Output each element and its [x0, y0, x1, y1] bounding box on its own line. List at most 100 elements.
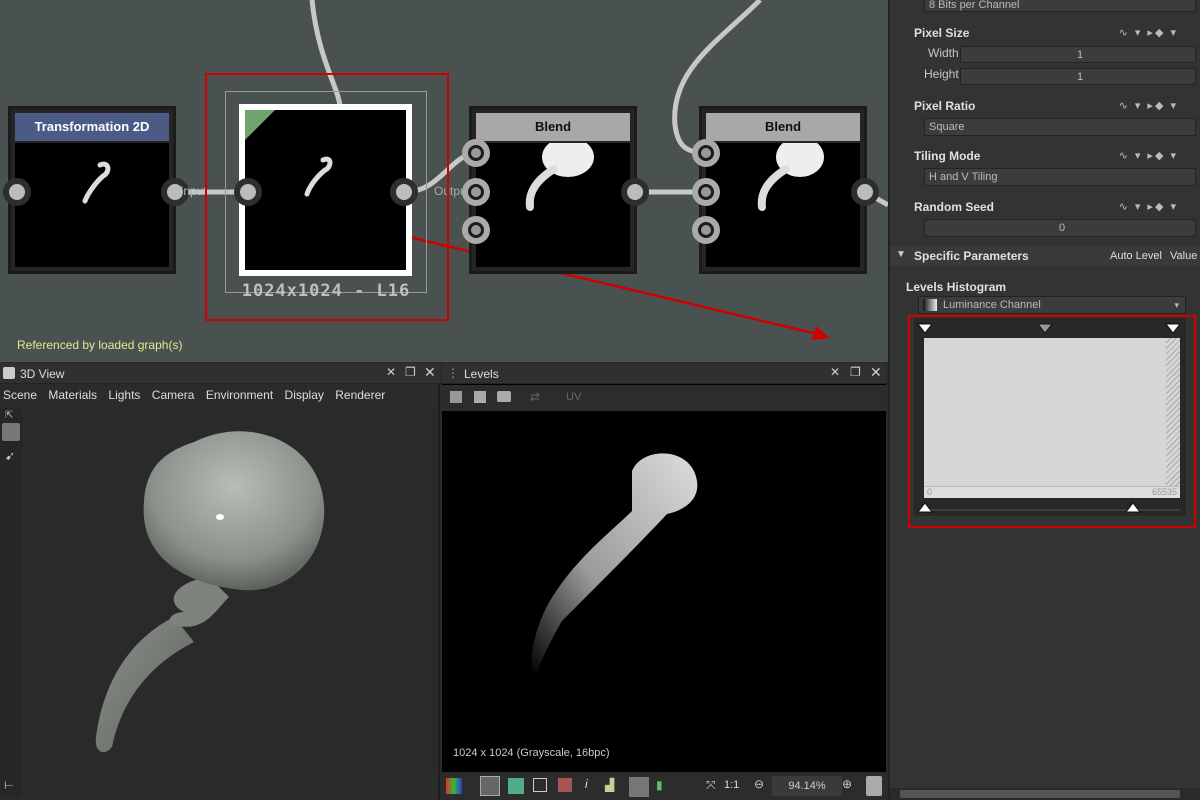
restore-icon[interactable]: ❐ — [850, 365, 861, 379]
info-icon[interactable]: i — [585, 777, 588, 791]
pin-icon[interactable]: ✕ — [830, 365, 840, 379]
random-seed-field[interactable]: 0 — [924, 219, 1196, 237]
horizontal-scrollbar[interactable] — [890, 788, 1200, 800]
node-title: Blend — [476, 113, 630, 141]
grid-icon[interactable] — [533, 778, 547, 792]
output-format-field[interactable]: 8 Bits per Channel — [924, 0, 1196, 12]
input-pin[interactable] — [692, 139, 720, 167]
param-controls-icon[interactable]: ∿ ▾ ▸◆ ▾ — [1119, 26, 1178, 39]
close-icon[interactable]: ✕ — [870, 364, 882, 381]
pixel-ratio-label: Pixel Ratio — [914, 99, 976, 113]
copy-icon[interactable] — [450, 391, 462, 403]
thumbnail-shape — [82, 161, 111, 204]
input-pin[interactable] — [462, 178, 490, 206]
image-info: 1024 x 1024 (Grayscale, 16bpc) — [453, 747, 610, 759]
channel-dropdown-value: Luminance Channel — [943, 299, 1041, 311]
random-seed-label: Random Seed — [914, 200, 995, 214]
node-graph[interactable]: Transformation 2D Input Output 1024x1024… — [0, 0, 888, 362]
thumbnail-shape — [525, 137, 594, 211]
node-blend-2[interactable]: Blend — [699, 106, 867, 274]
zoom-in-icon[interactable]: ⊕ — [842, 777, 852, 791]
scrollbar-thumb[interactable] — [900, 790, 1180, 798]
lock-icon[interactable] — [866, 776, 882, 796]
share-icon[interactable]: ⇄ — [530, 390, 540, 404]
input-pin[interactable] — [3, 178, 31, 206]
node-title: Transformation 2D — [15, 113, 169, 141]
tiling-mode-field[interactable]: H and V Tiling — [924, 168, 1196, 186]
node-title: Blend — [706, 113, 860, 141]
menu-lights[interactable]: Lights — [108, 388, 140, 402]
height-field[interactable]: 1 — [960, 68, 1196, 85]
node-blend-1[interactable]: Blend — [469, 106, 637, 274]
alpha-icon[interactable]: ▮ — [656, 778, 663, 792]
collapse-arrow-icon[interactable]: ▼ — [896, 249, 906, 260]
node-thumbnail — [476, 137, 630, 267]
view-2d-title: Levels — [464, 367, 499, 381]
auto-level-button[interactable]: Auto Level — [1110, 250, 1162, 262]
specific-parameters-header[interactable]: ▼ Specific Parameters Auto Level Value — [890, 246, 1200, 266]
view-2d-toolbar: ⇄ UV — [442, 385, 886, 411]
tiling-mode-label: Tiling Mode — [914, 149, 981, 163]
menu-renderer[interactable]: Renderer — [335, 388, 385, 402]
node-transformation-2d[interactable]: Transformation 2D — [8, 106, 176, 274]
menu-materials[interactable]: Materials — [48, 388, 97, 402]
rgb-toggle-icon[interactable] — [629, 777, 649, 797]
view-2d-bottombar: i ▟ ▮ ⤧ 1:1 ⊖ 94.14% ⊕ — [442, 772, 886, 800]
viewport-3d[interactable] — [24, 407, 438, 772]
checker-icon[interactable] — [480, 776, 500, 796]
camera-tool-icon[interactable] — [2, 423, 20, 441]
menu-display[interactable]: Display — [285, 388, 324, 402]
parameters-panel: 8 Bits per Channel Pixel Size ∿ ▾ ▸◆ ▾ W… — [888, 0, 1200, 800]
view-2d-panel: ⋮ Levels ✕ ❐ ✕ ⇄ UV 1024 x 1024 (Graysca… — [442, 363, 886, 800]
pixel-size-label: Pixel Size — [914, 26, 970, 40]
chevron-down-icon: ▾ — [1174, 300, 1179, 310]
input-pin[interactable] — [692, 178, 720, 206]
export-icon[interactable]: ⇱ — [5, 410, 13, 421]
restore-icon[interactable]: ❐ — [405, 365, 416, 379]
hierarchy-icon[interactable]: ⊢ — [4, 779, 14, 792]
width-field[interactable]: 1 — [960, 46, 1196, 63]
input-pin[interactable] — [692, 216, 720, 244]
pin-label-input: Input — [180, 184, 207, 198]
pin-icon[interactable]: ✕ — [386, 365, 396, 379]
annotation-box-histogram — [908, 315, 1196, 528]
channel-dropdown[interactable]: Luminance Channel ▾ — [918, 296, 1186, 314]
channels-icon[interactable] — [508, 778, 524, 794]
param-controls-icon[interactable]: ∿ ▾ ▸◆ ▾ — [1119, 200, 1178, 213]
close-icon[interactable]: ✕ — [424, 364, 436, 381]
output-pin[interactable] — [621, 178, 649, 206]
uv-dropdown[interactable]: UV — [566, 391, 581, 403]
param-controls-icon[interactable]: ∿ ▾ ▸◆ ▾ — [1119, 149, 1178, 162]
ratio-button[interactable]: 1:1 — [724, 779, 739, 791]
node-thumbnail — [706, 137, 860, 267]
specific-parameters-title: Specific Parameters — [914, 249, 1029, 263]
zoom-out-icon[interactable]: ⊖ — [754, 777, 764, 791]
output-pin[interactable] — [851, 178, 879, 206]
view-3d-titlebar: 3D View ✕ ❐ ✕ — [0, 363, 440, 384]
input-pin[interactable] — [462, 139, 490, 167]
menu-scene[interactable]: Scene — [3, 388, 37, 402]
height-label: Height — [924, 67, 959, 81]
value-button[interactable]: Value — [1170, 250, 1197, 262]
camera-icon[interactable] — [497, 391, 511, 402]
menu-camera[interactable]: Camera — [152, 388, 195, 402]
param-controls-icon[interactable]: ∿ ▾ ▸◆ ▾ — [1119, 99, 1178, 112]
input-pin[interactable] — [462, 216, 490, 244]
menu-environment[interactable]: Environment — [206, 388, 273, 402]
light-tool-icon[interactable]: ➹ — [5, 449, 15, 463]
tiling-icon[interactable] — [558, 778, 572, 792]
thumbnail-shape — [757, 137, 824, 211]
fit-icon[interactable]: ⤧ — [706, 778, 716, 793]
cube-icon — [3, 367, 15, 379]
gradient-icon — [923, 299, 937, 311]
view-3d-title: 3D View — [20, 367, 65, 381]
color-mode-icon[interactable] — [446, 778, 462, 794]
viewport-2d[interactable] — [442, 411, 886, 771]
levels-histogram-label: Levels Histogram — [906, 280, 1007, 294]
zoom-field[interactable]: 94.14% — [772, 776, 842, 796]
pixel-ratio-field[interactable]: Square — [924, 118, 1196, 136]
grip-icon: ⋮ — [447, 366, 459, 380]
view-2d-titlebar: ⋮ Levels ✕ ❐ ✕ — [442, 363, 886, 384]
save-icon[interactable] — [474, 391, 486, 403]
histogram-icon[interactable]: ▟ — [605, 778, 614, 792]
